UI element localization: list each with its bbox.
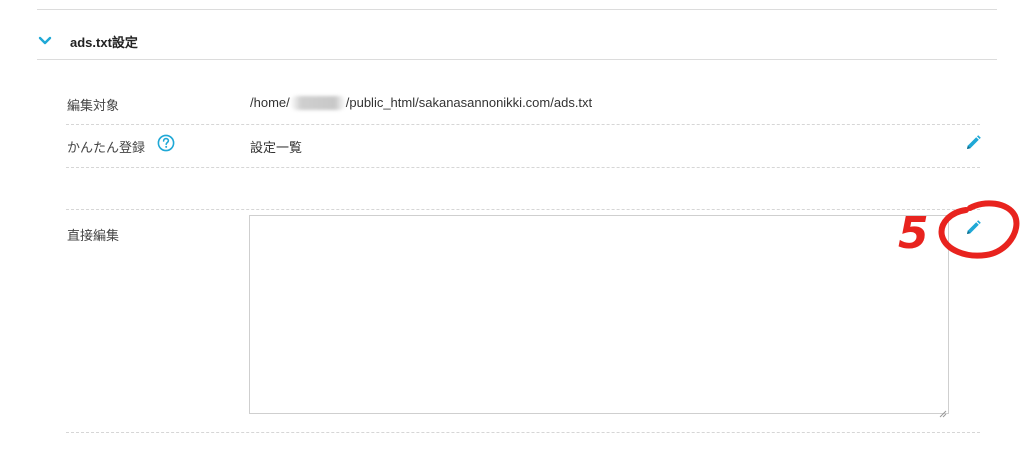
- row-divider: [66, 124, 980, 125]
- header-divider: [37, 59, 997, 60]
- section-header[interactable]: ads.txt設定: [37, 26, 138, 56]
- direct-label: 直接編集: [67, 228, 120, 243]
- easy-label: かんたん登録: [67, 140, 146, 155]
- path-prefix: /home/: [250, 95, 290, 110]
- annotation-number: 5: [898, 208, 929, 259]
- easy-value: 設定一覧: [250, 140, 303, 155]
- ads-txt-textarea[interactable]: [249, 215, 949, 414]
- row-divider: [66, 432, 980, 433]
- question-circle-icon[interactable]: [157, 134, 175, 152]
- path-suffix: /public_html/sakanasannonikki.com/ads.tx…: [345, 95, 593, 110]
- chevron-down-icon[interactable]: [37, 33, 53, 49]
- target-path: /home/ /public_html/sakanasannonikki.com/…: [250, 95, 592, 110]
- row-divider: [66, 209, 980, 210]
- pencil-icon[interactable]: [964, 134, 982, 152]
- resize-grip-icon[interactable]: [939, 405, 947, 418]
- section-title: ads.txt設定: [70, 34, 138, 50]
- target-label: 編集対象: [67, 98, 120, 113]
- row-divider: [66, 167, 980, 168]
- redacted-username: [289, 96, 346, 110]
- top-divider: [37, 9, 997, 10]
- hand-drawn-annotation: 5: [898, 200, 1020, 259]
